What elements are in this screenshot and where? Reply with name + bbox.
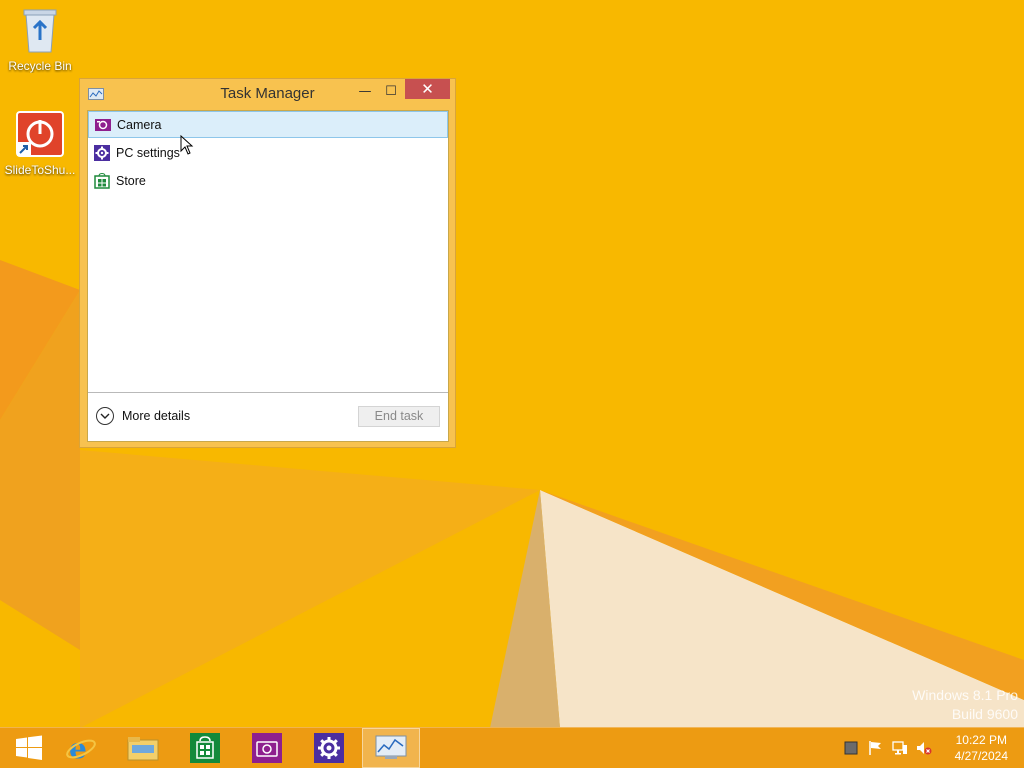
- action-center-icon[interactable]: [844, 740, 860, 756]
- flag-icon[interactable]: [868, 740, 884, 756]
- slidetoshutdown-label: SlideToShu...: [4, 163, 76, 177]
- more-details-toggle[interactable]: More details: [96, 407, 190, 425]
- system-tray: 10:22 PM 4/27/2024: [834, 728, 1024, 768]
- taskbar-file-explorer[interactable]: [114, 728, 172, 768]
- end-task-button[interactable]: End task: [358, 406, 440, 427]
- chevron-down-icon: [96, 407, 114, 425]
- settings-gear-icon: [314, 733, 344, 763]
- task-manager-icon: [375, 735, 407, 759]
- app-label: Camera: [117, 117, 162, 132]
- taskbar-task-manager[interactable]: [362, 728, 420, 768]
- title-bar[interactable]: Task Manager — ☐ ✕: [80, 79, 455, 107]
- clock-date: 4/27/2024: [954, 749, 1008, 763]
- more-details-label: More details: [122, 409, 191, 423]
- list-item-store[interactable]: Store: [88, 167, 448, 194]
- taskbar-internet-explorer[interactable]: e: [52, 728, 110, 768]
- app-label: PC settings: [116, 145, 180, 160]
- windows-logo-icon: [16, 735, 42, 760]
- maximize-icon: ☐: [385, 83, 397, 99]
- watermark-edition: Windows 8.1 Pro: [912, 687, 1018, 703]
- list-item-pc-settings[interactable]: PC settings: [88, 139, 448, 166]
- store-icon: [94, 172, 110, 189]
- mouse-cursor-icon: [180, 134, 194, 159]
- network-icon[interactable]: [892, 740, 908, 756]
- running-apps-list: Camera PC settings Store: [88, 111, 448, 195]
- minimize-button[interactable]: —: [352, 81, 378, 101]
- watermark-build: Build 9600: [951, 706, 1018, 722]
- settings-gear-icon: [94, 144, 110, 161]
- maximize-button[interactable]: ☐: [378, 81, 404, 101]
- taskbar-pc-settings[interactable]: [300, 728, 358, 768]
- camera-icon: [95, 117, 111, 133]
- close-icon: ✕: [421, 80, 434, 98]
- task-manager-footer: More details End task: [88, 392, 448, 441]
- taskbar: e 10:22 PM 4/27/2024: [0, 727, 1024, 768]
- store-icon: [190, 733, 220, 763]
- task-list-panel: Camera PC settings Store More details En…: [87, 110, 449, 442]
- recycle-bin-label: Recycle Bin: [8, 59, 72, 73]
- start-button[interactable]: [0, 728, 58, 768]
- clock-time: 10:22 PM: [955, 733, 1007, 747]
- recycle-bin-icon: [23, 9, 57, 53]
- list-item-camera[interactable]: Camera: [88, 111, 448, 138]
- camera-icon: [252, 733, 282, 763]
- task-manager-window: Task Manager — ☐ ✕ Camera PC settings St…: [79, 78, 456, 448]
- close-button[interactable]: ✕: [405, 79, 450, 99]
- desktop-icon-recycle-bin[interactable]: Recycle Bin: [0, 6, 80, 73]
- taskbar-camera[interactable]: [238, 728, 296, 768]
- volume-muted-icon[interactable]: [916, 740, 932, 756]
- taskbar-clock[interactable]: 10:22 PM 4/27/2024: [955, 732, 1008, 764]
- internet-explorer-icon: e: [66, 733, 96, 763]
- shutdown-shortcut-icon: [16, 111, 64, 157]
- desktop-icon-slidetoshutdown[interactable]: SlideToShu...: [0, 110, 80, 177]
- minimize-icon: —: [358, 83, 372, 99]
- windows-watermark: Windows 8.1 Pro Build 9600: [912, 686, 1018, 724]
- app-label: Store: [116, 173, 146, 188]
- taskbar-store[interactable]: [176, 728, 234, 768]
- folder-icon: [127, 737, 159, 761]
